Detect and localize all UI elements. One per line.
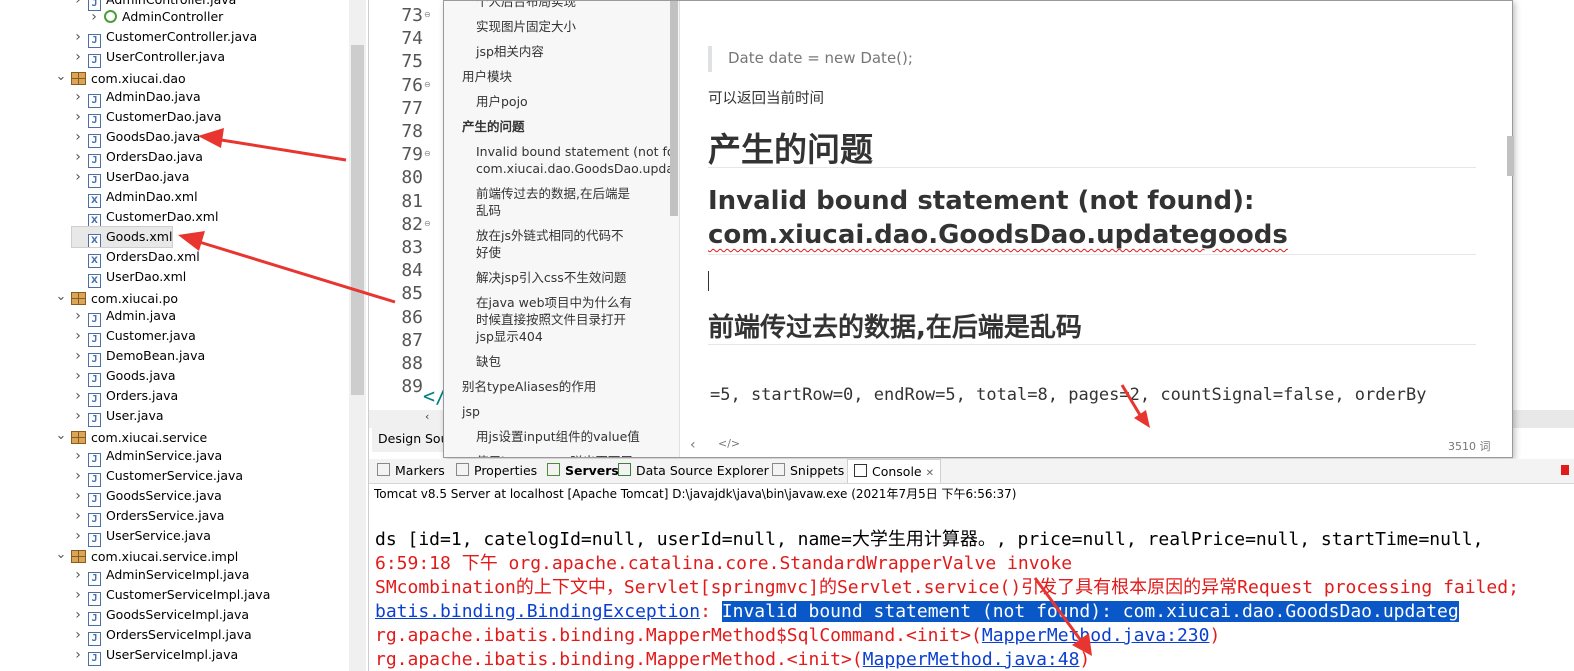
red-arrow-4 xyxy=(1033,577,1092,656)
red-arrow-2 xyxy=(178,231,396,304)
red-arrow-1 xyxy=(198,128,347,162)
red-arrow-3 xyxy=(1120,384,1150,428)
annotation-arrows xyxy=(178,128,1150,656)
